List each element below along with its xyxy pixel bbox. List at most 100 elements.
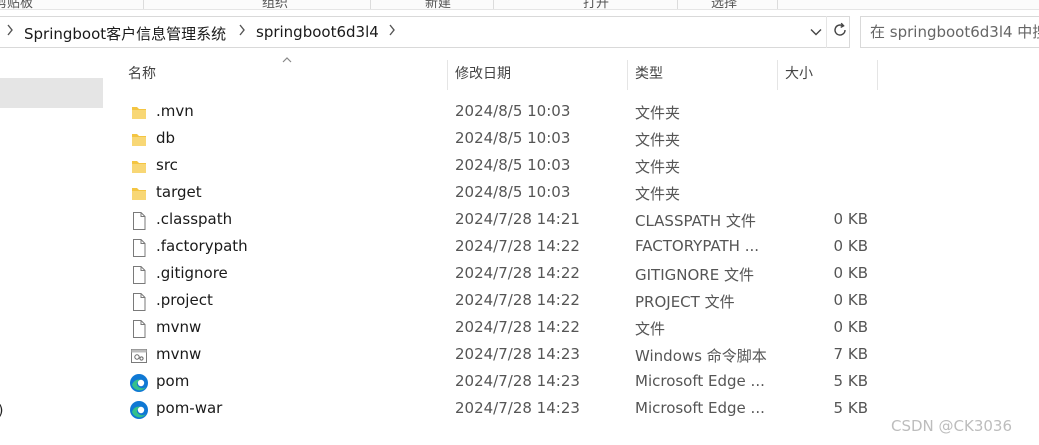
- file-type: Windows 命令脚本: [635, 347, 767, 365]
- column-divider[interactable]: [777, 60, 778, 90]
- column-divider[interactable]: [877, 60, 878, 90]
- file-date-modified: 2024/8/5 10:03: [455, 129, 571, 147]
- file-row[interactable]: .gitignore 2024/7/28 14:22 GITIGNORE 文件 0 K…: [104, 261, 884, 288]
- ribbon-separator: [677, 0, 678, 9]
- file-row[interactable]: pom 2024/7/28 14:23 Microsoft Edge ... 5 KB: [104, 369, 884, 396]
- column-header-type[interactable]: 类型: [635, 56, 663, 92]
- file-icon: [130, 265, 148, 285]
- file-date-modified: 2024/7/28 14:22: [455, 264, 580, 282]
- file-type: 文件夹: [635, 185, 681, 203]
- column-divider[interactable]: [627, 60, 628, 90]
- folder-icon: [130, 157, 148, 177]
- file-name: src: [156, 156, 178, 174]
- file-type: FACTORYPATH ...: [635, 237, 760, 255]
- file-date-modified: 2024/7/28 14:23: [455, 399, 580, 417]
- column-header-name[interactable]: 名称: [128, 56, 156, 92]
- ribbon-strip: 剪贴板 组织 新建 打开 选择: [0, 0, 1039, 10]
- file-date-modified: 2024/7/28 14:21: [455, 210, 580, 228]
- file-row[interactable]: src 2024/8/5 10:03 文件夹: [104, 153, 884, 180]
- search-input[interactable]: [870, 23, 1039, 41]
- address-bar[interactable]: Springboot客户信息管理系统 springboot6d3l4: [0, 16, 850, 48]
- file-name: .project: [156, 291, 213, 309]
- file-name: .classpath: [156, 210, 233, 228]
- navigation-pane: ): [0, 56, 104, 445]
- file-row[interactable]: .classpath 2024/7/28 14:21 CLASSPATH 文件 0 K…: [104, 207, 884, 234]
- folder-icon: [130, 130, 148, 150]
- file-type: 文件夹: [635, 104, 681, 122]
- file-size: 0 KB: [833, 264, 868, 282]
- file-size: 0 KB: [833, 210, 868, 228]
- edge-icon: [129, 373, 148, 393]
- sort-ascending-icon: [282, 52, 292, 66]
- ribbon-label[interactable]: 组织: [262, 0, 288, 9]
- file-date-modified: 2024/7/28 14:23: [455, 372, 580, 390]
- ribbon-label[interactable]: 选择: [711, 0, 737, 9]
- file-type: CLASSPATH 文件: [635, 212, 756, 230]
- column-header-date[interactable]: 修改日期: [455, 56, 511, 92]
- file-row[interactable]: .mvn 2024/8/5 10:03 文件夹: [104, 99, 884, 126]
- watermark: CSDN @CK3036: [891, 417, 1013, 435]
- file-icon: [130, 319, 148, 339]
- file-date-modified: 2024/7/28 14:23: [455, 345, 580, 363]
- ribbon-separator: [143, 0, 144, 9]
- file-date-modified: 2024/7/28 14:22: [455, 291, 580, 309]
- script-icon: [130, 346, 148, 366]
- folder-icon: [130, 184, 148, 204]
- file-name: .mvn: [156, 102, 194, 120]
- ribbon-separator: [777, 0, 778, 9]
- file-size: 0 KB: [833, 318, 868, 336]
- ribbon-label[interactable]: 新建: [425, 0, 451, 9]
- breadcrumb-root[interactable]: Springboot客户信息管理系统: [24, 23, 226, 44]
- edge-icon: [129, 400, 148, 420]
- breadcrumb-current[interactable]: springboot6d3l4: [256, 23, 379, 41]
- file-type: PROJECT 文件: [635, 293, 735, 311]
- file-date-modified: 2024/7/28 14:22: [455, 318, 580, 336]
- file-row[interactable]: mvnw 2024/7/28 14:22 文件 0 KB: [104, 315, 884, 342]
- file-icon: [130, 238, 148, 258]
- file-date-modified: 2024/7/28 14:22: [455, 237, 580, 255]
- file-icon: [130, 211, 148, 231]
- file-name: mvnw: [156, 345, 202, 363]
- chevron-right-icon[interactable]: [238, 24, 246, 39]
- file-name: .gitignore: [156, 264, 228, 282]
- file-row[interactable]: mvnw 2024/7/28 14:23 Windows 命令脚本 7 KB: [104, 342, 884, 369]
- chevron-down-icon[interactable]: [805, 16, 827, 48]
- column-header-size[interactable]: 大小: [785, 56, 813, 92]
- ribbon-separator: [493, 0, 494, 9]
- file-type: 文件: [635, 320, 666, 338]
- chevron-right-icon[interactable]: [6, 24, 14, 39]
- ribbon-label[interactable]: 打开: [583, 0, 609, 9]
- file-date-modified: 2024/8/5 10:03: [455, 183, 571, 201]
- refresh-button[interactable]: [826, 16, 853, 48]
- column-headers: 名称 修改日期 类型 大小: [104, 56, 1039, 92]
- nav-selected-item[interactable]: [0, 78, 103, 108]
- file-row[interactable]: db 2024/8/5 10:03 文件夹: [104, 126, 884, 153]
- file-name: mvnw: [156, 318, 202, 336]
- file-name: pom: [156, 372, 190, 390]
- file-row[interactable]: target 2024/8/5 10:03 文件夹: [104, 180, 884, 207]
- file-size: 0 KB: [833, 237, 868, 255]
- file-size: 5 KB: [833, 372, 868, 390]
- file-row[interactable]: .project 2024/7/28 14:22 PROJECT 文件 0 KB: [104, 288, 884, 315]
- file-size: 5 KB: [833, 399, 868, 417]
- file-size: 7 KB: [833, 345, 868, 363]
- file-name: .factorypath: [156, 237, 248, 255]
- column-divider[interactable]: [447, 60, 448, 90]
- file-date-modified: 2024/8/5 10:03: [455, 102, 571, 120]
- file-name: target: [156, 183, 202, 201]
- file-type: 文件夹: [635, 131, 681, 149]
- chevron-right-icon[interactable]: [388, 24, 396, 39]
- ribbon-label[interactable]: 剪贴板: [0, 0, 33, 9]
- file-type: Microsoft Edge ...: [635, 399, 765, 417]
- nav-item-fragment[interactable]: ): [0, 403, 3, 419]
- file-row[interactable]: .factorypath 2024/7/28 14:22 FACTORYPATH .…: [104, 234, 884, 261]
- search-box[interactable]: [860, 16, 1039, 48]
- folder-icon: [130, 103, 148, 123]
- file-name: db: [156, 129, 176, 147]
- file-size: 0 KB: [833, 291, 868, 309]
- ribbon-separator: [370, 0, 371, 9]
- file-icon: [130, 292, 148, 312]
- file-row[interactable]: pom-war 2024/7/28 14:23 Microsoft Edge ...…: [104, 396, 884, 423]
- file-type: Microsoft Edge ...: [635, 372, 765, 390]
- file-type: GITIGNORE 文件: [635, 266, 754, 284]
